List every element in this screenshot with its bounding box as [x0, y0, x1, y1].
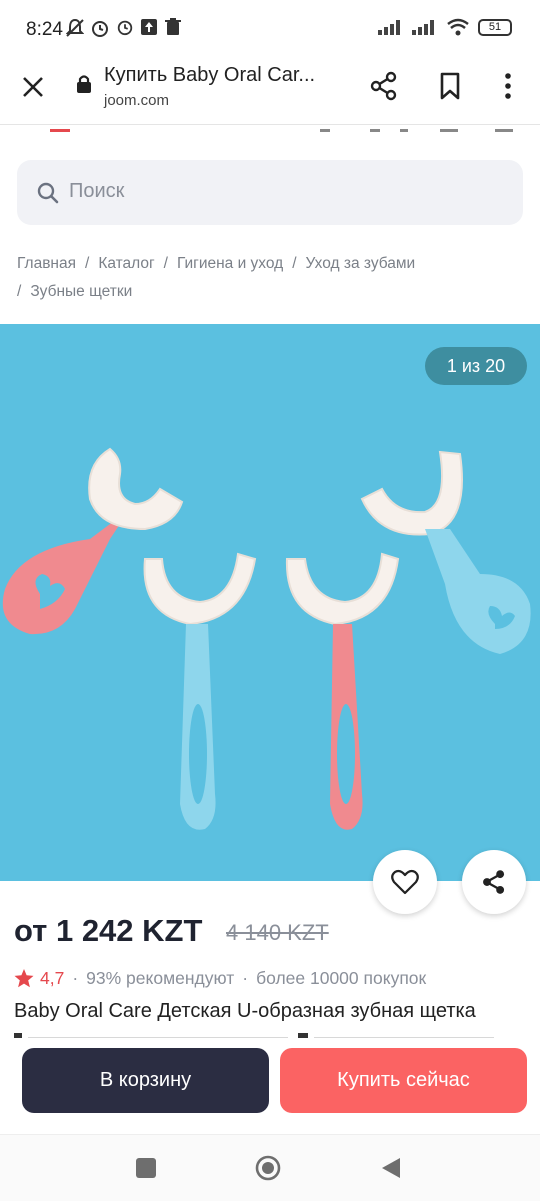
more-vertical-icon	[505, 73, 511, 99]
meta-separator-dot: ·	[72, 968, 79, 988]
wifi-icon	[447, 18, 469, 36]
search-icon	[37, 182, 59, 204]
status-notification-icons	[66, 18, 182, 38]
meta-separator-dot: ·	[242, 968, 249, 988]
page-domain[interactable]: joom.com	[104, 92, 169, 109]
product-meta-row: 4,7 · 93% рекомендуют · более 10000 поку…	[14, 968, 426, 989]
alarm-icon	[117, 20, 133, 36]
blue-toothbrush-right	[360, 450, 531, 654]
product-rating[interactable]: 4,7	[40, 968, 64, 989]
lock-icon	[77, 75, 91, 93]
upload-icon	[141, 19, 157, 35]
system-navigation-bar	[0, 1134, 540, 1201]
bookmark-icon	[440, 72, 460, 100]
breadcrumb-item-catalog[interactable]: Каталог	[98, 255, 154, 272]
search-input[interactable]: Поиск	[17, 160, 523, 225]
status-system-icons: 51	[378, 18, 512, 36]
breadcrumb-item-toothbrushes[interactable]: Зубные щетки	[30, 283, 132, 300]
add-to-cart-button[interactable]: В корзину	[22, 1048, 269, 1113]
product-price: от 1 242 KZT	[14, 913, 203, 948]
battery-indicator: 51	[478, 18, 512, 36]
breadcrumb-item-hygiene[interactable]: Гигиена и уход	[177, 255, 283, 272]
product-recommend: 93% рекомендуют	[86, 968, 235, 988]
trash-icon	[165, 18, 181, 35]
breadcrumb-separator: /	[163, 255, 168, 272]
product-title: Baby Oral Care Детская U-образная зубная…	[14, 1000, 476, 1022]
favorite-button[interactable]	[373, 850, 437, 914]
share-icon	[370, 71, 397, 101]
search-placeholder: Поиск	[69, 180, 125, 202]
bookmark-button[interactable]	[434, 70, 466, 102]
mute-icon	[66, 18, 84, 37]
blue-toothbrush	[143, 552, 257, 830]
breadcrumb-separator: /	[292, 255, 297, 272]
breadcrumb: Главная / Каталог / Гигиена и уход / Уход за з…	[17, 250, 527, 306]
back-button[interactable]	[380, 1156, 402, 1180]
browser-toolbar: Купить Baby Oral Car... joom.com	[0, 58, 540, 125]
pink-toothbrush	[285, 552, 400, 830]
more-menu-button[interactable]	[494, 70, 522, 102]
share-icon	[483, 870, 505, 894]
recent-apps-button[interactable]	[136, 1158, 156, 1178]
image-counter-badge: 1 из 20	[425, 347, 527, 385]
signal-icon	[412, 20, 434, 35]
product-old-price: 4 140 KZT	[226, 920, 329, 945]
scrolled-header-remnant	[0, 124, 540, 132]
close-button[interactable]	[18, 72, 48, 102]
breadcrumb-separator: /	[17, 283, 22, 300]
page-title[interactable]: Купить Baby Oral Car...	[104, 64, 315, 87]
share-button[interactable]	[368, 70, 400, 102]
star-icon	[14, 969, 34, 988]
signal-icon	[378, 20, 400, 35]
home-button[interactable]	[255, 1155, 281, 1181]
bottom-action-bar: В корзину Купить сейчас	[0, 1038, 540, 1134]
product-purchases: более 10000 покупок	[256, 968, 427, 988]
breadcrumb-separator: /	[85, 255, 90, 272]
buy-now-button[interactable]: Купить сейчас	[280, 1048, 527, 1113]
breadcrumb-item-home[interactable]: Главная	[17, 255, 76, 272]
status-time: 8:24	[26, 19, 63, 40]
alarm-icon	[92, 21, 108, 37]
share-product-button[interactable]	[462, 850, 526, 914]
heart-icon	[391, 869, 419, 895]
pink-toothbrush-left	[2, 447, 184, 635]
status-bar: 8:24 51	[0, 0, 540, 58]
breadcrumb-item-dental-care[interactable]: Уход за зубами	[306, 255, 416, 272]
product-image-gallery[interactable]	[0, 324, 540, 881]
product-image	[2, 447, 531, 830]
close-icon	[23, 77, 43, 97]
